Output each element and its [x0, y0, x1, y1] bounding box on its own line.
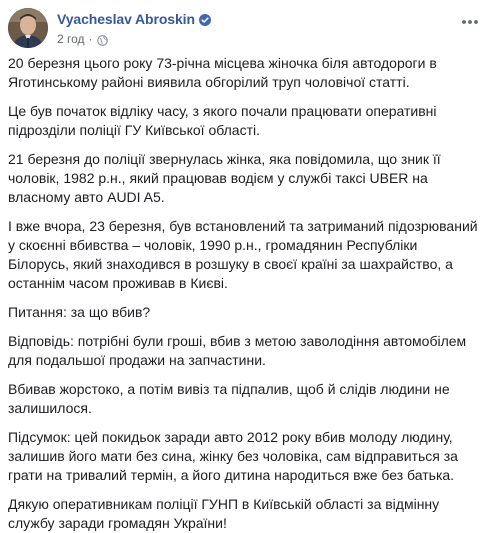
post-header: Vyacheslav Abroskin 2 год · [8, 8, 481, 52]
globe-icon[interactable] [96, 33, 108, 46]
verified-badge-icon [198, 13, 211, 26]
more-options-icon[interactable] [459, 14, 481, 24]
post-paragraph: Дякую оперативникам поліції ГУНП в Київс… [8, 496, 440, 531]
post-content: 20 березня цього року 73-річна місцева ж… [8, 54, 481, 533]
post-paragraph: Питання: за що вбив? [8, 304, 151, 320]
post-paragraph: Це був початок відліку часу, з якого поч… [8, 103, 437, 138]
facebook-post: Vyacheslav Abroskin 2 год · 20 березня ц… [0, 0, 491, 531]
post-paragraph: 20 березня цього року 73-річна місцева ж… [8, 55, 437, 90]
post-paragraph: Вбивав жорстоко, а потім вивіз та підпал… [8, 381, 450, 416]
post-paragraph: Підсумок: цей покидьок заради авто 2012 … [8, 429, 458, 483]
profile-avatar-icon [8, 8, 48, 48]
author-avatar[interactable] [8, 8, 48, 48]
post-paragraph: І вже вчора, 23 березня, був встановлени… [8, 218, 478, 291]
post-paragraph: 21 березня до поліції звернулась жінка, … [8, 151, 441, 205]
author-block: Vyacheslav Abroskin 2 год · [57, 8, 481, 46]
author-name-row: Vyacheslav Abroskin [57, 10, 481, 28]
post-timestamp[interactable]: 2 год [57, 32, 85, 46]
meta-separator: · [88, 31, 93, 46]
post-meta: 2 год · [57, 31, 481, 46]
author-name[interactable]: Vyacheslav Abroskin [57, 11, 195, 27]
post-paragraph: Відповідь: потрібні були гроші, вбив з м… [8, 333, 467, 368]
